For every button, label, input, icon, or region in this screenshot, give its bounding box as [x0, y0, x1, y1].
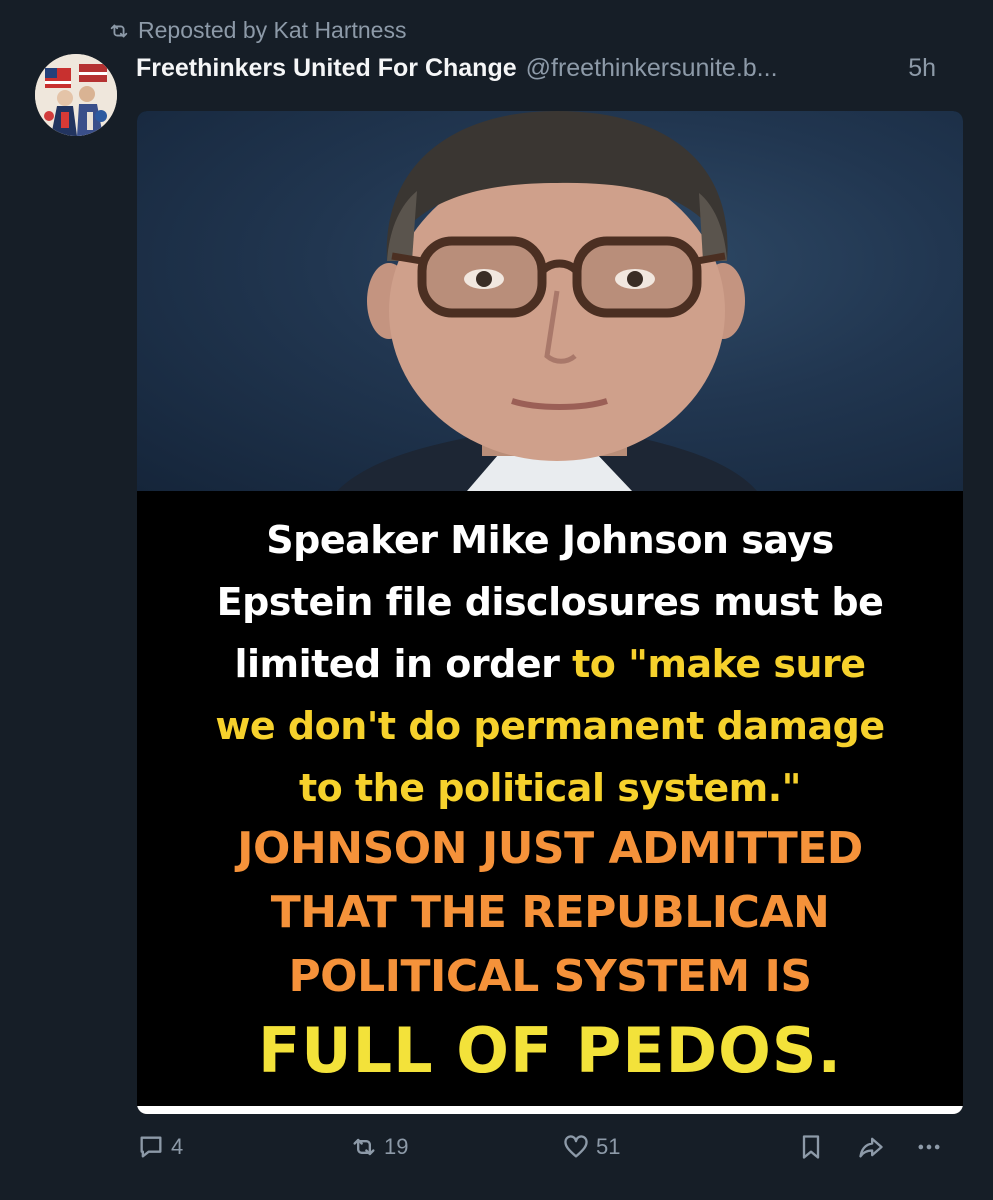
post-image[interactable]: Speaker Mike Johnson says Epstein file d…: [137, 111, 963, 1114]
repost-indicator[interactable]: Reposted by Kat Hartness: [108, 17, 406, 44]
reply-button[interactable]: 4: [137, 1133, 183, 1161]
caption-line: Epstein file disclosures must be: [216, 580, 884, 624]
avatar-image: [35, 54, 117, 136]
portrait-photo: [137, 111, 963, 491]
heart-icon: [564, 1135, 588, 1158]
author-name[interactable]: Freethinkers United For Change: [136, 54, 517, 83]
caption-line: JOHNSON JUST ADMITTED: [237, 823, 863, 874]
caption-quote: we don't do permanent damage to the poli…: [137, 695, 963, 819]
image-border: [137, 1106, 963, 1114]
image-caption: Speaker Mike Johnson says Epstein file d…: [137, 491, 963, 1106]
caption-line: Speaker Mike Johnson says: [266, 518, 834, 562]
comment-icon: [140, 1136, 162, 1158]
repost-icon: [353, 1138, 375, 1156]
share-button[interactable]: [857, 1133, 891, 1161]
repost-label: Reposted by Kat Hartness: [138, 17, 407, 43]
like-count: 51: [596, 1134, 621, 1159]
reply-count: 4: [171, 1134, 184, 1159]
like-button[interactable]: 51: [562, 1133, 620, 1161]
caption-intro: Speaker Mike Johnson says Epstein file d…: [137, 509, 963, 695]
more-icon: [918, 1144, 940, 1150]
post: Reposted by Kat Hartness Freethinkers Un…: [0, 0, 993, 1200]
caption-line: to the political system.": [299, 766, 801, 810]
post-actions: 4 19 51: [137, 1133, 963, 1173]
caption-line: limited in order to "make sure: [137, 633, 963, 695]
share-icon: [859, 1137, 883, 1158]
bookmark-icon: [802, 1135, 820, 1159]
caption-line: POLITICAL SYSTEM IS: [288, 951, 812, 1002]
caption-line: THAT THE REPUBLICAN: [270, 887, 830, 938]
bookmark-button[interactable]: [797, 1133, 831, 1161]
author-handle[interactable]: @freethinkersunite.b...: [526, 54, 778, 83]
post-time[interactable]: 5h: [908, 54, 966, 83]
repost-button[interactable]: 19: [350, 1133, 408, 1161]
repost-count: 19: [384, 1134, 409, 1159]
post-header: Freethinkers United For Change @freethin…: [136, 54, 966, 83]
caption-line-white: limited in order: [234, 642, 573, 686]
avatar[interactable]: [35, 54, 117, 136]
caption-final: FULL OF PEDOS.: [257, 1014, 843, 1087]
more-button[interactable]: [915, 1133, 949, 1161]
caption-line: we don't do permanent damage: [215, 704, 885, 748]
caption-line-yellow: to "make sure: [572, 642, 866, 686]
repost-icon: [110, 24, 128, 37]
caption-claim: JOHNSON JUST ADMITTED THAT THE REPUBLICA…: [137, 817, 963, 1009]
